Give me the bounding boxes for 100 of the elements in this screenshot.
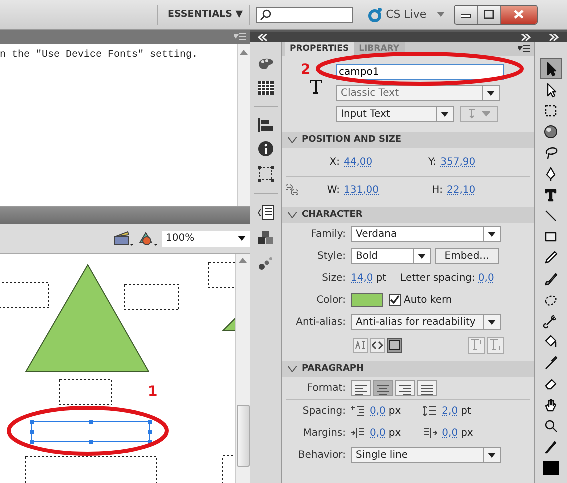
font-style-dropdown[interactable]: Bold <box>351 248 431 264</box>
info-icon[interactable] <box>258 141 274 157</box>
components-icon[interactable] <box>256 230 274 246</box>
link-icon[interactable] <box>286 184 298 196</box>
paint-bucket-icon <box>543 334 559 350</box>
left-margin-value[interactable]: 0,0 <box>370 428 386 438</box>
section-header[interactable]: CHARACTER <box>282 207 534 223</box>
border-button[interactable] <box>387 338 402 352</box>
text-field-placeholder[interactable] <box>60 380 112 406</box>
align-left-button[interactable] <box>351 380 371 396</box>
maximize-icon <box>484 10 494 19</box>
cs-live-label[interactable]: CS Live <box>386 8 427 21</box>
triangle-shape[interactable] <box>25 264 150 372</box>
pencil-icon <box>543 438 559 454</box>
shapes-icon[interactable] <box>138 230 158 246</box>
anti-alias-dropdown[interactable]: Anti-alias for readability <box>351 314 501 330</box>
expand-icon[interactable] <box>549 34 559 40</box>
scrollbar[interactable] <box>237 44 250 206</box>
cs-live-icon <box>367 6 384 22</box>
caret-icon <box>488 232 496 236</box>
embed-button[interactable]: Embed... <box>435 248 499 264</box>
unit-label: px <box>388 428 402 438</box>
code-icon <box>372 340 383 350</box>
anti-alias-label: Anti-alias: <box>295 316 346 328</box>
auto-kern-label: Auto kern <box>404 294 452 306</box>
code-snippets-icon[interactable] <box>256 205 274 221</box>
sphere-icon <box>543 124 559 140</box>
panel-menu-icon[interactable] <box>518 45 530 53</box>
text-field-placeholder[interactable] <box>222 456 235 483</box>
text-engine-dropdown[interactable]: Classic Text <box>336 85 500 101</box>
tool-button[interactable] <box>540 58 562 79</box>
letter-spacing-label: Letter spacing: <box>400 272 476 284</box>
hand-icon <box>543 396 559 412</box>
pencil-icon <box>543 250 559 266</box>
align-justify-button[interactable] <box>417 380 437 396</box>
unit-label: pt <box>376 272 387 284</box>
triangle-shape[interactable] <box>222 316 235 332</box>
text-tool-icon <box>543 186 559 202</box>
y-label: Y: <box>427 156 437 168</box>
scroll-up-icon[interactable] <box>239 258 247 263</box>
close-button[interactable] <box>500 6 537 24</box>
text-field-placeholder[interactable] <box>124 284 180 310</box>
text-field-placeholder[interactable] <box>208 262 235 288</box>
width-value[interactable]: 131,00 <box>344 184 379 196</box>
font-family-dropdown[interactable]: Verdana <box>351 226 501 242</box>
letter-spacing-value[interactable]: 0,0 <box>478 272 494 284</box>
scroll-up-icon[interactable] <box>240 50 248 55</box>
behavior-dropdown[interactable]: Single line <box>351 447 501 463</box>
lasso-icon <box>543 144 559 160</box>
selectable-icon <box>355 340 366 350</box>
line-spacing-value[interactable]: 2,0 <box>442 406 458 416</box>
text-field-placeholder[interactable] <box>0 282 50 308</box>
line-icon <box>543 208 559 224</box>
palette-icon[interactable] <box>256 56 274 72</box>
format-label: Format: <box>306 382 346 394</box>
unit-label: px <box>461 428 474 438</box>
minimize-icon <box>460 12 471 18</box>
left-margin-icon <box>351 428 365 438</box>
scroll-thumb[interactable] <box>236 405 250 467</box>
caret-icon <box>238 236 246 241</box>
selected-text-field[interactable] <box>30 420 152 444</box>
y-value[interactable]: 357,90 <box>440 156 476 168</box>
height-value[interactable]: 22,10 <box>447 184 476 196</box>
indent-icon <box>351 406 365 416</box>
workspace-switcher[interactable]: ESSENTIALS ▼ <box>162 9 250 20</box>
selectable-button[interactable] <box>353 338 368 352</box>
zoom-dropdown[interactable]: 100% <box>162 230 250 246</box>
align-center-button[interactable] <box>373 380 393 396</box>
text-type-dropdown[interactable]: Input Text <box>336 106 454 122</box>
motion-presets-icon[interactable] <box>258 255 274 271</box>
transform-icon[interactable] <box>258 166 274 182</box>
style-label: Style: <box>316 250 346 262</box>
caret-icon[interactable] <box>436 12 445 18</box>
panel-tab[interactable]: PROPERTIES <box>285 42 354 56</box>
align-right-button[interactable] <box>395 380 415 396</box>
scrollbar[interactable] <box>235 254 250 483</box>
text-direction-icon <box>468 109 490 119</box>
checkbox[interactable] <box>389 294 401 306</box>
render-html-button[interactable] <box>370 338 385 352</box>
family-label: Family: <box>310 228 346 240</box>
section-header[interactable]: POSITION AND SIZE <box>282 132 534 148</box>
maximize-button[interactable] <box>478 6 501 24</box>
align-icon[interactable] <box>258 118 274 132</box>
x-value[interactable]: 44,00 <box>344 156 373 168</box>
clapper-icon[interactable] <box>114 230 134 246</box>
magnifier-icon <box>543 418 559 434</box>
collapse-icon[interactable] <box>258 34 268 40</box>
indent-value[interactable]: 0,0 <box>370 406 386 416</box>
section-header[interactable]: PARAGRAPH <box>282 361 534 377</box>
search-field[interactable] <box>256 6 354 22</box>
swatches-icon[interactable] <box>258 81 274 95</box>
minimize-button[interactable] <box>454 6 478 24</box>
instance-name-field[interactable]: campo1 <box>336 64 504 80</box>
line-spacing-icon <box>423 406 438 416</box>
text-field-placeholder[interactable] <box>26 456 158 483</box>
expand-icon[interactable] <box>521 34 531 40</box>
size-value[interactable]: 14,0 <box>351 272 374 284</box>
color-swatch[interactable] <box>351 293 383 307</box>
annotation-number: 1 <box>148 384 158 400</box>
right-margin-value[interactable]: 0,0 <box>442 428 458 438</box>
